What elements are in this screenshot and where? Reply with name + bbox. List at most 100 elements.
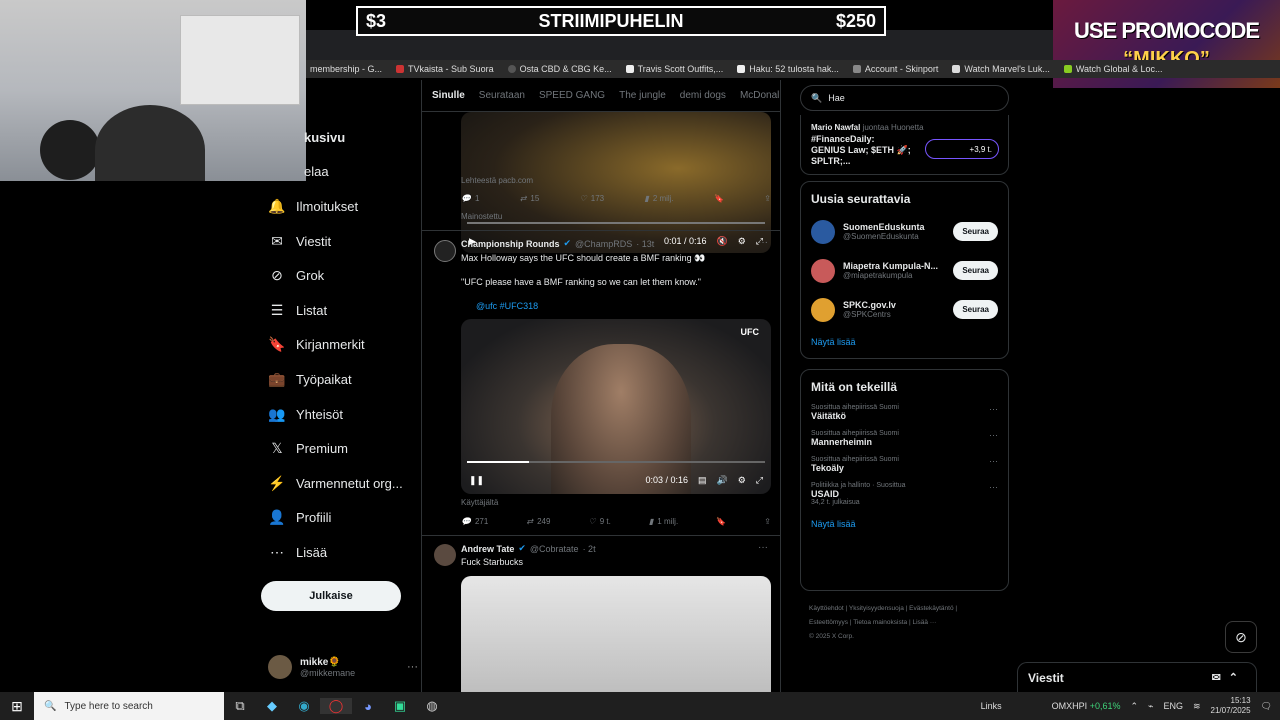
share-button[interactable]: ⇪: [764, 194, 771, 203]
bookmark-item[interactable]: membership - G...: [310, 64, 382, 74]
views-button[interactable]: ▮ 1 milj.: [649, 517, 678, 526]
tweet-source[interactable]: Lehteestä pacb.com: [461, 176, 533, 185]
taskbar-search[interactable]: 🔍 Type here to search: [34, 692, 224, 720]
links-toolbar[interactable]: Links: [981, 701, 1002, 711]
footer-link[interactable]: Lisää ···: [912, 619, 936, 626]
retweet-button[interactable]: ⇄ 15: [520, 194, 540, 203]
sidebar-item-grok[interactable]: ⊘ Grok: [260, 258, 420, 293]
avatar[interactable]: [434, 544, 456, 566]
trend-item[interactable]: Politiikka ja hallinto · Suosittua USAID…: [801, 478, 1008, 511]
more-icon[interactable]: ···: [989, 456, 998, 466]
show-more-link[interactable]: Näytä lisää: [801, 329, 1008, 355]
sidebar-item-profile[interactable]: 👤 Profiili: [260, 501, 420, 536]
tab-list[interactable]: The jungle: [619, 90, 666, 101]
app-icon[interactable]: ▣: [384, 698, 416, 714]
follow-button[interactable]: Seuraa: [953, 222, 998, 241]
reply-button[interactable]: 💬 271: [461, 517, 488, 526]
bookmark-item[interactable]: Osta CBD & CBG Ke...: [507, 64, 612, 74]
follow-suggestion[interactable]: Miapetra Kumpula-N... @miapetrakumpula Se…: [801, 251, 1008, 290]
author-name[interactable]: Andrew Tate: [461, 544, 514, 554]
app-icon[interactable]: ◍: [416, 698, 448, 714]
more-icon[interactable]: ···: [407, 661, 418, 673]
author-handle[interactable]: @Cobratate: [530, 544, 579, 554]
author-name[interactable]: Championship Rounds: [461, 239, 560, 249]
sidebar-item-verified-orgs[interactable]: ⚡ Varmennetut org...: [260, 466, 420, 501]
messages-drawer[interactable]: Viestit ✉⌃: [1017, 662, 1257, 692]
opera-icon[interactable]: ◯: [320, 698, 352, 714]
bookmark-item[interactable]: Haku: 52 tulosta hak...: [737, 64, 839, 74]
bookmark-item[interactable]: Watch Global & Loc...: [1063, 64, 1163, 74]
clock[interactable]: 15:13 21/07/2025: [1211, 696, 1251, 716]
edge-icon[interactable]: ◉: [288, 698, 320, 714]
mute-icon[interactable]: 🔇: [717, 236, 728, 247]
bookmark-button[interactable]: 🔖: [714, 194, 724, 203]
network-icon[interactable]: ⌁: [1148, 701, 1153, 712]
tab-following[interactable]: Seurataan: [479, 90, 525, 101]
video-progress[interactable]: [467, 222, 765, 224]
like-button[interactable]: ♡ 9 t.: [589, 517, 611, 526]
windows-start-icon[interactable]: ⊞: [0, 698, 34, 715]
share-button[interactable]: ⇪: [764, 517, 771, 526]
tweet-time[interactable]: · 2t: [583, 544, 596, 554]
sidebar-item-explore[interactable]: elaa: [260, 155, 420, 190]
follow-suggestion[interactable]: SPKC.gov.lv @SPKCentrs Seuraa: [801, 290, 1008, 329]
pause-icon[interactable]: ❚❚: [469, 475, 484, 486]
sidebar-item-lists[interactable]: ☰ Listat: [260, 293, 420, 328]
settings-icon[interactable]: ⚙: [738, 236, 746, 247]
trend-item[interactable]: Suosittua aihepiirissä Suomi Väitätkö ··…: [801, 400, 1008, 426]
more-icon[interactable]: ···: [989, 430, 998, 440]
post-button[interactable]: Julkaise: [261, 581, 401, 611]
account-switcher[interactable]: mikke🌻 @mikkemane ···: [268, 652, 418, 682]
follow-button[interactable]: Seuraa: [953, 300, 998, 319]
notifications-icon[interactable]: 🗨: [1261, 701, 1272, 712]
sidebar-item-premium[interactable]: 𝕏 Premium: [260, 431, 420, 466]
retweet-button[interactable]: ⇄ 249: [526, 517, 550, 526]
bookmark-item[interactable]: Account - Skinport: [852, 64, 938, 74]
follow-button[interactable]: Seuraa: [953, 261, 998, 280]
search-input[interactable]: 🔍 Hae: [800, 85, 1009, 111]
more-icon[interactable]: ···: [989, 482, 998, 492]
tweet-time[interactable]: · 13t: [636, 239, 654, 249]
wifi-icon[interactable]: ≋: [1193, 701, 1201, 712]
more-icon[interactable]: ···: [758, 542, 768, 553]
expand-icon[interactable]: ⌃: [1229, 672, 1246, 684]
follow-suggestion[interactable]: SuomenEduskunta @SuomenEduskunta Seuraa: [801, 212, 1008, 251]
tab-list[interactable]: McDonal: [740, 90, 779, 101]
views-button[interactable]: ▮ 2 milj.: [644, 194, 673, 203]
show-more-link[interactable]: Näytä lisää: [801, 511, 1008, 537]
trend-item[interactable]: Suosittua aihepiirissä Suomi Tekoäly ···: [801, 452, 1008, 478]
more-icon[interactable]: ···: [989, 404, 998, 414]
author-handle[interactable]: @ChampRDS: [575, 239, 632, 249]
spaces-card[interactable]: Mario Nawfal juontaa Huonetta #FinanceDa…: [800, 115, 1009, 175]
tweet-tags[interactable]: @ufc #UFC318: [476, 301, 538, 311]
like-button[interactable]: ♡ 173: [580, 194, 605, 203]
sidebar-item-home[interactable]: kusivu: [260, 120, 420, 155]
tab-list[interactable]: SPEED GANG: [539, 90, 605, 101]
fullscreen-icon[interactable]: ⤢: [756, 475, 763, 486]
new-message-icon[interactable]: ✉: [1212, 672, 1229, 684]
sidebar-item-notifications[interactable]: 🔔 Ilmoitukset: [260, 189, 420, 224]
volume-icon[interactable]: 🔊: [717, 475, 728, 486]
reply-button[interactable]: 💬 1: [461, 194, 479, 203]
tab-for-you[interactable]: Sinulle: [432, 90, 465, 101]
bookmark-item[interactable]: Watch Marvel's Luk...: [952, 64, 1050, 74]
bookmark-item[interactable]: TVkaista - Sub Suora: [396, 64, 494, 74]
sidebar-item-more[interactable]: ⋯ Lisää: [260, 535, 420, 570]
task-view-icon[interactable]: ⧉: [224, 698, 256, 714]
sidebar-item-messages[interactable]: ✉ Viestit: [260, 224, 420, 259]
discord-icon[interactable]: ◕: [352, 699, 384, 714]
footer-link[interactable]: Tietoa mainoksista: [853, 619, 907, 626]
more-icon[interactable]: ···: [758, 237, 768, 248]
footer-link[interactable]: Käyttöehdot: [809, 605, 844, 612]
footer-link[interactable]: Esteettömyys: [809, 619, 848, 626]
video-player[interactable]: UFC ❚❚ 0:03 / 0:16 ▤ 🔊 ⚙ ⤢: [461, 319, 771, 494]
tweet-media[interactable]: [461, 576, 771, 692]
footer-link[interactable]: Evästekäytäntö: [909, 605, 953, 612]
sidebar-item-bookmarks[interactable]: 🔖 Kirjanmerkit: [260, 328, 420, 363]
stock-widget[interactable]: OMXHPI +0,61%: [1052, 701, 1121, 711]
sidebar-item-communities[interactable]: 👥 Yhteisöt: [260, 397, 420, 432]
captions-icon[interactable]: ▤: [698, 475, 707, 486]
tray-chevron-icon[interactable]: ⌃: [1130, 701, 1138, 712]
settings-icon[interactable]: ⚙: [738, 475, 746, 486]
language-indicator[interactable]: ENG: [1163, 701, 1183, 711]
